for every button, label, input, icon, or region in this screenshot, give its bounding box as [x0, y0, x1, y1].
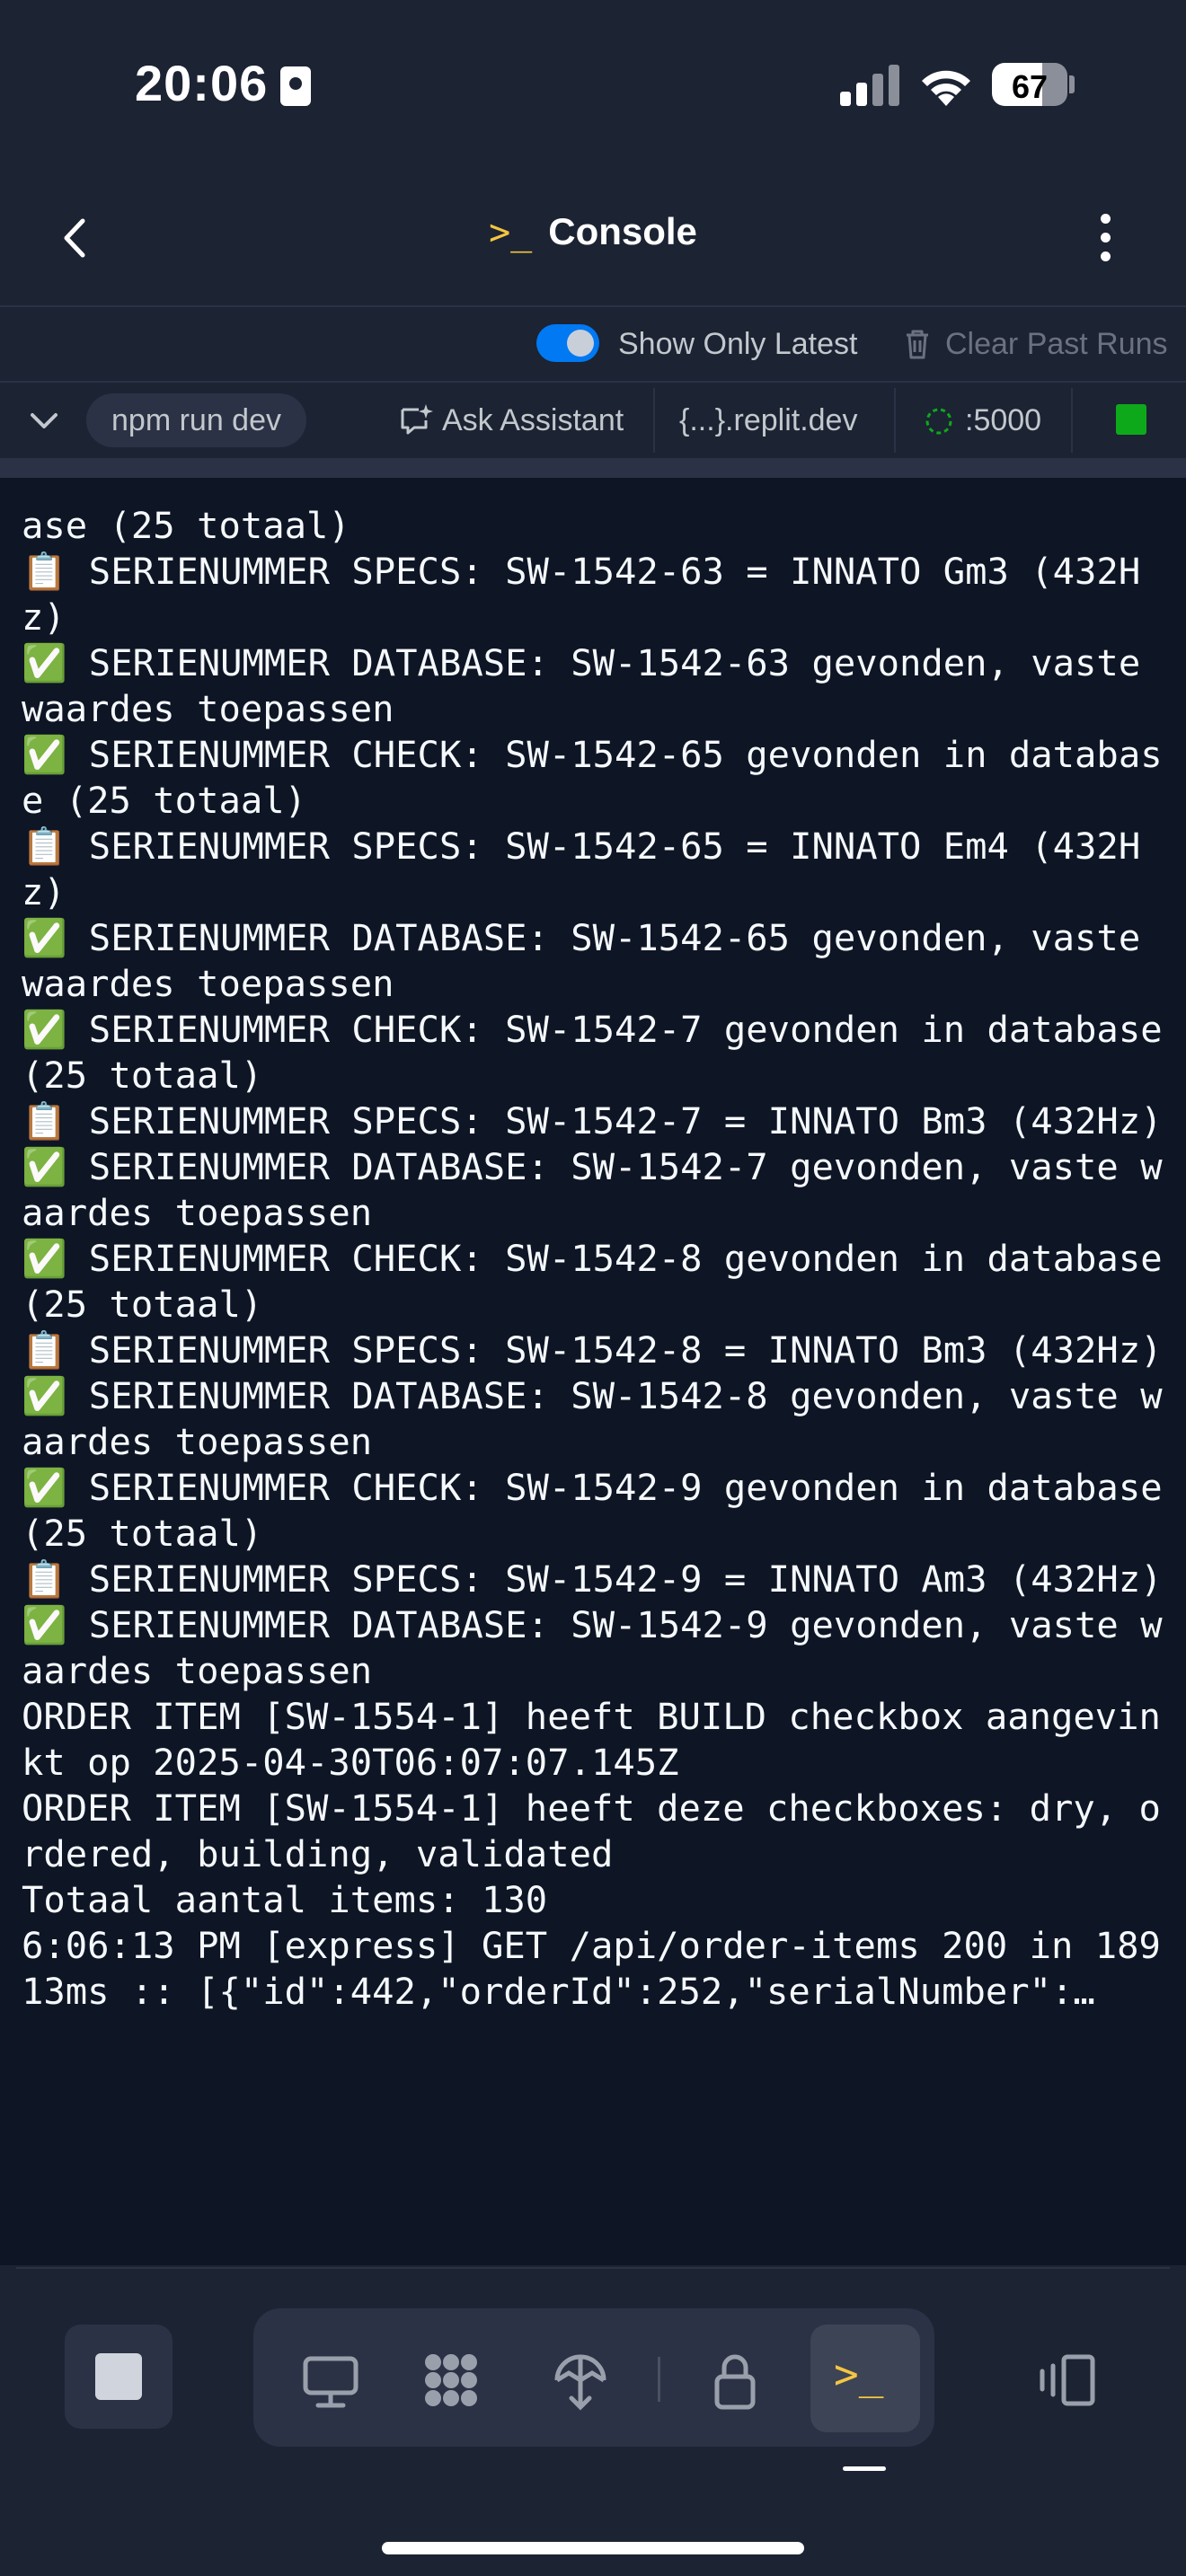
stop-button[interactable] [65, 2325, 173, 2429]
console-line: ase (25 totaal) [22, 504, 350, 547]
battery-icon: 67 [992, 63, 1067, 106]
console-line: ✅ SERIENUMMER CHECK: SW-1542-9 gevonden … [22, 1466, 1184, 1555]
page-title: Console [548, 210, 697, 252]
console-log-lines: ase (25 totaal) 📋 SERIENUMMER SPECS: SW-1… [22, 503, 1168, 2015]
active-tab-indicator [843, 2466, 886, 2471]
console-line: ORDER ITEM [SW-1554-1] heeft BUILD check… [22, 1695, 1161, 1784]
console-line: 📋 SERIENUMMER SPECS: SW-1542-7 = INNATO … [22, 1099, 1163, 1142]
status-time: 20:06 [135, 55, 269, 111]
stop-icon [95, 2353, 142, 2400]
battery-level: 67 [1011, 68, 1049, 105]
port-button[interactable]: :5000 [965, 383, 1041, 458]
app-header: >_ Console [0, 171, 1186, 307]
home-indicator [382, 2542, 804, 2554]
console-line: ✅ SERIENUMMER CHECK: SW-1542-65 gevonden… [22, 733, 1163, 822]
cellular-signal-icon [840, 65, 899, 106]
console-line: Totaal aantal items: 130 [22, 1878, 548, 1921]
desktop-icon[interactable] [286, 2335, 376, 2425]
console-options-bar: Show Only Latest Clear Past Runs [0, 307, 1186, 383]
console-output[interactable]: ase (25 totaal) 📋 SERIENUMMER SPECS: SW-1… [0, 478, 1186, 2265]
console-line: 6:06:13 PM [express] GET /api/order-item… [22, 1924, 1161, 2013]
deployments-icon[interactable] [535, 2335, 625, 2425]
more-options-icon[interactable] [1087, 207, 1123, 269]
dev-url-button[interactable]: {...}.replit.dev [679, 383, 857, 458]
running-status-indicator [1116, 404, 1146, 435]
console-line: ✅ SERIENUMMER DATABASE: SW-1542-7 gevond… [22, 1145, 1163, 1234]
wifi-icon [922, 70, 970, 106]
ask-assistant-button[interactable]: Ask Assistant [442, 383, 624, 458]
workflows-icon[interactable] [406, 2335, 496, 2425]
console-tabs-bar: npm run dev Ask Assistant {...}.replit.d… [0, 383, 1186, 460]
assistant-icon[interactable] [399, 402, 433, 437]
run-command-pill[interactable]: npm run dev [86, 393, 306, 447]
port-status-icon [925, 408, 952, 435]
contact-card-icon [280, 66, 311, 106]
console-line: ✅ SERIENUMMER DATABASE: SW-1542-8 gevond… [22, 1374, 1163, 1463]
panel-toggle-icon[interactable] [1033, 2346, 1102, 2414]
console-line: ✅ SERIENUMMER DATABASE: SW-1542-65 gevon… [22, 916, 1163, 1005]
page-title-wrap: >_ Console [0, 210, 1186, 253]
clear-past-runs-button[interactable]: Clear Past Runs [945, 327, 1168, 362]
chevron-down-icon[interactable] [25, 404, 63, 437]
console-line: ✅ SERIENUMMER CHECK: SW-1542-8 gevonden … [22, 1237, 1184, 1326]
console-line: ORDER ITEM [SW-1554-1] heeft deze checkb… [22, 1786, 1161, 1875]
show-only-latest-label[interactable]: Show Only Latest [618, 327, 857, 362]
show-only-latest-toggle[interactable] [536, 324, 599, 362]
status-bar: 20:06 67 [0, 0, 1186, 171]
console-line: 📋 SERIENUMMER SPECS: SW-1542-63 = INNATO… [22, 550, 1141, 639]
console-tab-button[interactable]: >_ [810, 2325, 920, 2432]
console-line: ✅ SERIENUMMER DATABASE: SW-1542-63 gevon… [22, 641, 1163, 730]
secrets-lock-icon[interactable] [690, 2335, 780, 2425]
console-prompt-icon: >_ [489, 212, 533, 253]
console-line: 📋 SERIENUMMER SPECS: SW-1542-9 = INNATO … [22, 1557, 1163, 1601]
console-line: ✅ SERIENUMMER DATABASE: SW-1542-9 gevond… [22, 1603, 1163, 1692]
console-line: ✅ SERIENUMMER CHECK: SW-1542-7 gevonden … [22, 1008, 1184, 1097]
console-line: 📋 SERIENUMMER SPECS: SW-1542-65 = INNATO… [22, 825, 1141, 913]
console-icon: >_ [834, 2350, 884, 2398]
trash-icon[interactable] [903, 327, 932, 361]
console-line: 📋 SERIENUMMER SPECS: SW-1542-8 = INNATO … [22, 1328, 1163, 1372]
